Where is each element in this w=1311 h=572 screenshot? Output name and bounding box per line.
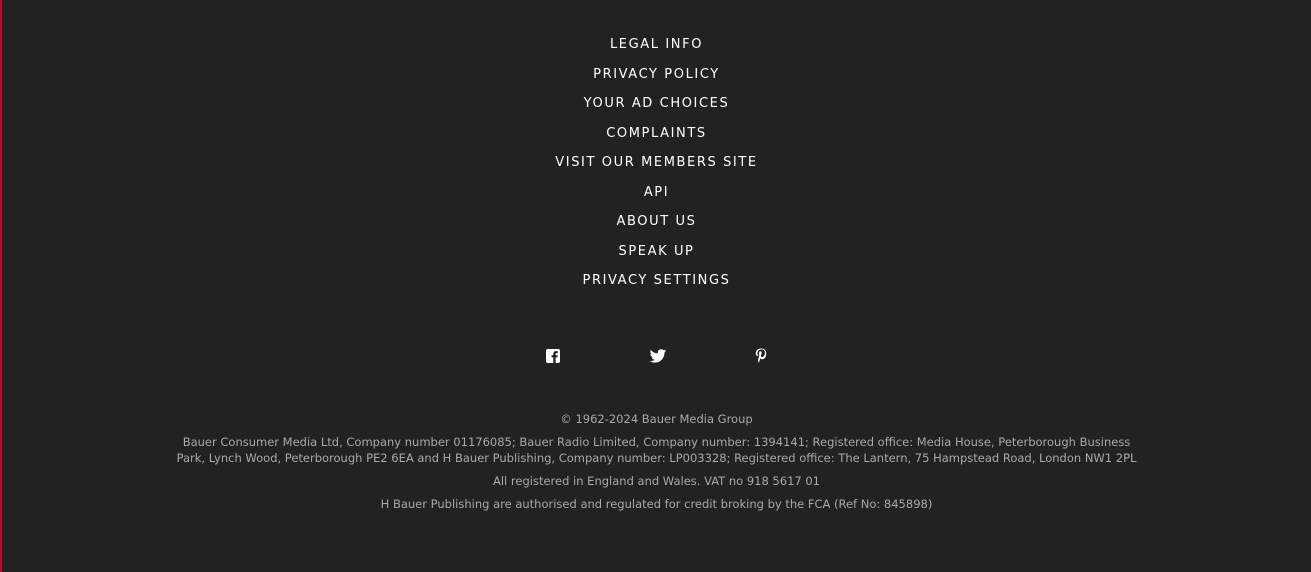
pinterest-icon [755,348,766,363]
members-site-link[interactable]: VISIT OUR MEMBERS SITE [555,155,757,170]
fca-text: H Bauer Publishing are authorised and re… [380,496,933,511]
copyright-text: © 1962-2024 Bauer Media Group [560,412,753,426]
pinterest-link[interactable] [753,346,769,366]
legal-info-link[interactable]: LEGAL INFO [610,37,703,52]
footer-link-item: SPEAK UP [2,238,1311,268]
site-footer: LEGAL INFO PRIVACY POLICY YOUR AD CHOICE… [0,0,1311,572]
speak-up-link[interactable]: SPEAK UP [618,244,694,259]
footer-link-item: ABOUT US [2,208,1311,238]
facebook-link[interactable] [545,346,561,366]
about-us-link[interactable]: ABOUT US [617,214,697,229]
registration-text: All registered in England and Wales. VAT… [493,473,820,488]
ad-choices-link[interactable]: YOUR AD CHOICES [584,96,730,111]
footer-link-item: VISIT OUR MEMBERS SITE [2,149,1311,179]
footer-links: LEGAL INFO PRIVACY POLICY YOUR AD CHOICE… [2,31,1311,297]
privacy-settings-link[interactable]: PRIVACY SETTINGS [583,273,731,288]
legal-text: © 1962-2024 Bauer Media Group Bauer Cons… [172,412,1141,520]
social-links [2,346,1311,366]
complaints-link[interactable]: COMPLAINTS [606,126,707,141]
privacy-policy-link[interactable]: PRIVACY POLICY [593,67,720,82]
footer-link-item: PRIVACY SETTINGS [2,267,1311,297]
company-info-text: Bauer Consumer Media Ltd, Company number… [176,435,1137,465]
footer-link-item: YOUR AD CHOICES [2,90,1311,120]
footer-link-item: LEGAL INFO [2,31,1311,61]
twitter-icon [649,349,666,363]
footer-link-item: API [2,179,1311,209]
footer-link-item: PRIVACY POLICY [2,61,1311,91]
facebook-icon [545,349,560,363]
footer-link-item: COMPLAINTS [2,120,1311,150]
api-link[interactable]: API [644,185,669,200]
twitter-link[interactable] [649,346,666,366]
